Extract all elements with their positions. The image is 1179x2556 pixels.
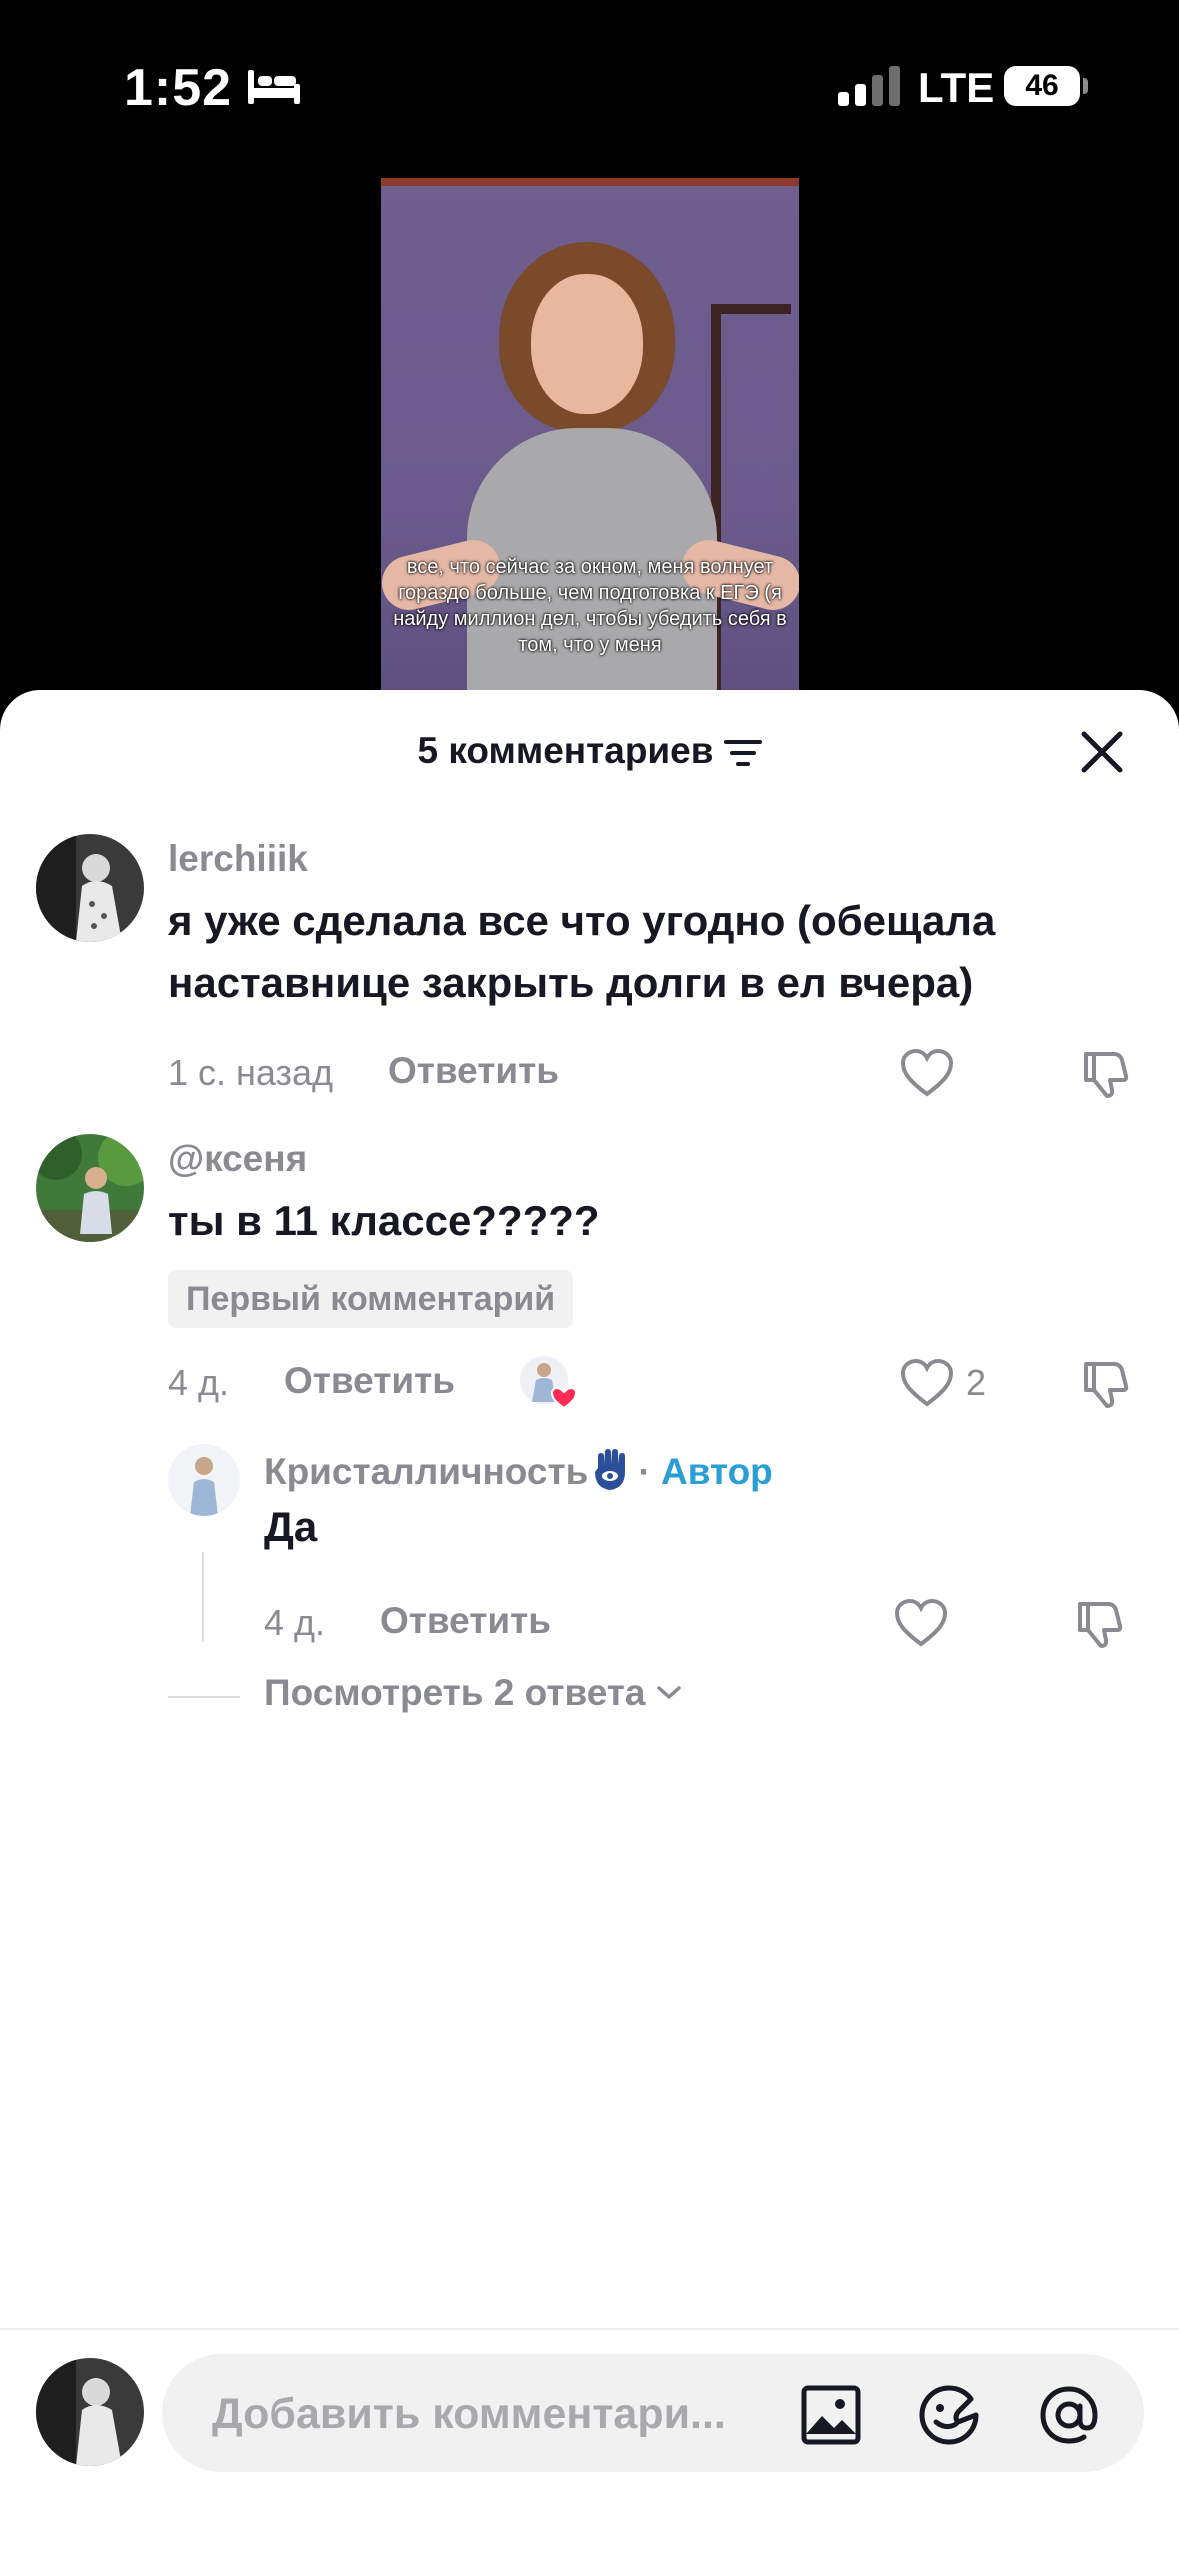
comment-input-bar: Добавить комментари... [0,2328,1179,2556]
reply-username[interactable]: Кристaлличность [264,1451,588,1492]
author-tag: Автор [660,1451,773,1492]
creator-liked-avatar-icon [520,1356,578,1410]
comments-header: 5 комментариев [0,690,1179,810]
comments-sheet: 5 комментариев lerchiiik я уже сделала в… [0,690,1179,2556]
video-caption: все, что сейчас за окном, меня волнует г… [393,556,787,656]
comment-input-placeholder: Добавить комментари... [212,2390,726,2438]
filter-icon[interactable] [723,738,762,768]
comment-input[interactable]: Добавить комментари... [162,2354,1144,2472]
my-avatar[interactable] [36,2358,144,2466]
reply-button[interactable]: Ответить [388,1050,559,1092]
reply-thread-line [202,1552,204,1642]
reply-button[interactable]: Ответить [380,1600,551,1642]
reply-text: Да [264,1503,318,1550]
video-top-edge [381,178,799,186]
heart-icon[interactable] [900,1358,954,1408]
video-preview[interactable]: все, что сейчас за окном, меня волнует г… [381,178,799,718]
dislike-icon[interactable] [1074,1596,1128,1650]
dislike-icon[interactable] [1080,1046,1134,1100]
mention-icon[interactable] [1038,2384,1100,2446]
comment-time: 1 с. назад [168,1052,334,1093]
hamsa-icon [595,1449,626,1490]
comment-text: ты в 11 классе????? [168,1197,600,1244]
comment-username[interactable]: lerchiiik [168,838,308,880]
first-comment-badge: Первый комментарий [168,1270,574,1328]
status-time: 1:52 [124,59,233,117]
image-icon[interactable] [800,2384,862,2446]
view-replies-button[interactable]: Посмотреть 2 ответа [264,1672,682,1714]
battery-tip [1083,78,1088,94]
comments-count-label: 5 комментариев [417,730,714,771]
avatar[interactable] [36,834,144,942]
avatar[interactable] [168,1444,240,1516]
comments-title: 5 комментариев [0,730,1179,772]
heart-icon[interactable] [894,1598,948,1648]
battery-icon: 46 [1004,66,1080,106]
like-count: 2 [966,1362,987,1403]
reply-button[interactable]: Ответить [284,1360,455,1402]
reply-time: 4 д. [264,1602,326,1643]
dislike-icon[interactable] [1080,1356,1134,1410]
video-person-face [531,274,643,414]
heart-icon[interactable] [900,1048,954,1098]
comment-username[interactable]: @ксеня [168,1138,307,1180]
comment-text: я уже сделала все что угодно (обещала на… [168,897,996,1006]
avatar[interactable] [36,1134,144,1242]
sticker-icon[interactable] [918,2384,980,2446]
comment-time: 4 д. [168,1362,230,1403]
chevron-down-icon [656,1686,681,1699]
status-bar: 1:52 LTE 46 [0,0,1179,170]
reply-username-row: Кристaлличность · Автор [264,1448,773,1493]
view-replies-divider [168,1696,240,1698]
reply-separator: · [638,1451,651,1492]
network-type: LTE [918,64,995,111]
cellular-signal-icon [838,66,900,106]
view-replies-label: Посмотреть 2 ответа [264,1672,646,1713]
bed-icon [248,70,300,104]
close-icon[interactable] [1076,726,1128,778]
